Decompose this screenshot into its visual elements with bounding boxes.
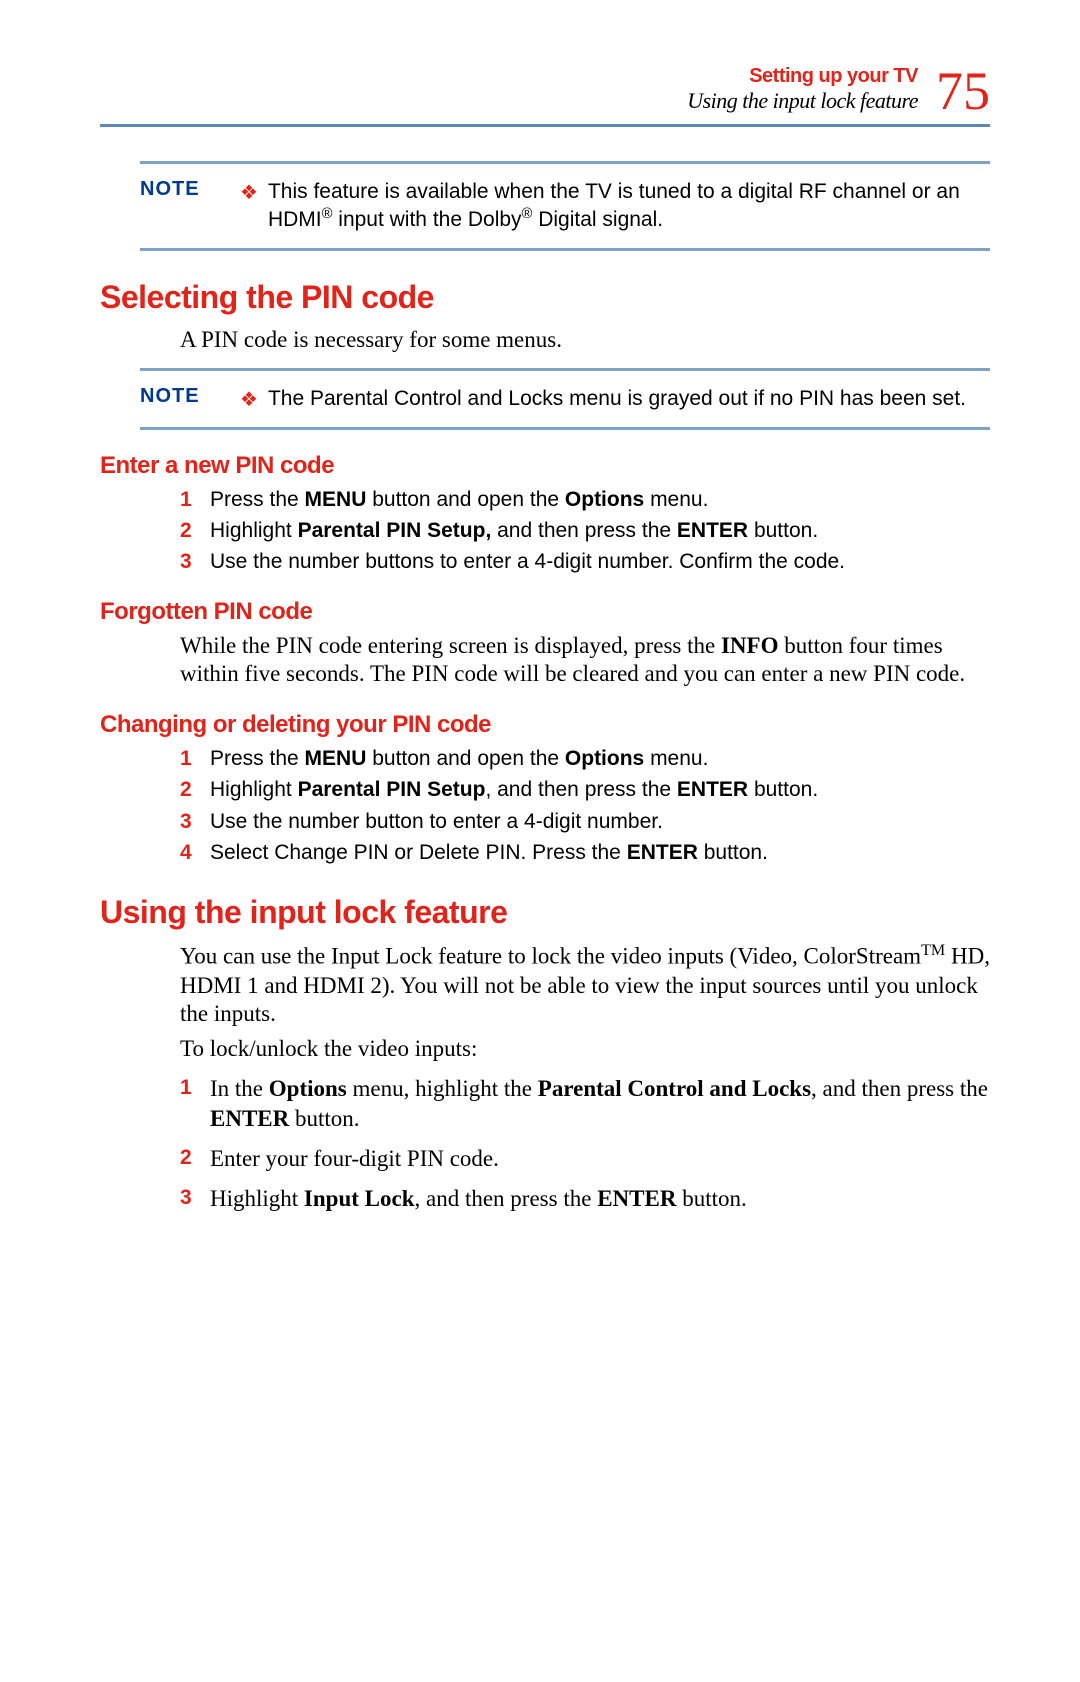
step-text: Use the number button to enter a 4-digit…	[210, 808, 990, 835]
note-block-1: NOTE ❖ This feature is available when th…	[140, 178, 990, 234]
step-text: Use the number buttons to enter a 4-digi…	[210, 548, 990, 575]
heading-input-lock: Using the input lock feature	[100, 894, 990, 931]
list-item: 2 Enter your four-digit PIN code.	[180, 1144, 990, 1174]
forgotten-text: While the PIN code entering screen is di…	[180, 632, 990, 690]
step-text: In the Options menu, highlight the Paren…	[210, 1074, 990, 1134]
step-number: 2	[180, 517, 210, 544]
change-delete-steps: 1 Press the MENU button and open the Opt…	[180, 745, 990, 866]
input-lock-p1: You can use the Input Lock feature to lo…	[180, 941, 990, 1029]
note1-mid: input with the Dolby	[332, 208, 521, 231]
step-number: 1	[180, 486, 210, 513]
page-header: Setting up your TV Using the input lock …	[100, 60, 990, 114]
manual-page: Setting up your TV Using the input lock …	[0, 0, 1080, 1283]
step-text: Highlight Input Lock, and then press the…	[210, 1184, 990, 1214]
note2-rule-bottom	[140, 427, 990, 430]
header-text: Setting up your TV Using the input lock …	[687, 64, 918, 114]
note2-rule-top	[140, 368, 990, 371]
step-number: 1	[180, 745, 210, 772]
list-item: 2 Highlight Parental PIN Setup, and then…	[180, 517, 990, 544]
header-section: Using the input lock feature	[687, 88, 918, 114]
input-lock-p2: To lock/unlock the video inputs:	[180, 1035, 990, 1064]
list-item: 4 Select Change PIN or Delete PIN. Press…	[180, 839, 990, 866]
pin-intro: A PIN code is necessary for some menus.	[180, 326, 990, 355]
list-item: 3 Highlight Input Lock, and then press t…	[180, 1184, 990, 1214]
registered-icon: ®	[522, 206, 533, 222]
step-number: 2	[180, 776, 210, 803]
diamond-bullet-icon: ❖	[240, 180, 258, 205]
step-number: 1	[180, 1074, 210, 1101]
step-text: Highlight Parental PIN Setup, and then p…	[210, 517, 990, 544]
list-item: 3 Use the number buttons to enter a 4-di…	[180, 548, 990, 575]
list-item: 1 Press the MENU button and open the Opt…	[180, 486, 990, 513]
note-rule-top	[140, 161, 990, 164]
heading-change-delete-pin: Changing or deleting your PIN code	[100, 711, 990, 739]
step-number: 3	[180, 548, 210, 575]
heading-enter-new-pin: Enter a new PIN code	[100, 452, 990, 480]
chapter-title: Setting up your TV	[687, 64, 918, 88]
registered-icon: ®	[322, 206, 333, 222]
note-label: NOTE	[140, 178, 240, 201]
diamond-bullet-icon: ❖	[240, 387, 258, 412]
enter-new-pin-steps: 1 Press the MENU button and open the Opt…	[180, 486, 990, 576]
note1-post: Digital signal.	[532, 208, 663, 231]
page-number: 75	[936, 64, 990, 118]
heading-selecting-pin: Selecting the PIN code	[100, 279, 990, 316]
note-rule-bottom	[140, 248, 990, 251]
step-text: Press the MENU button and open the Optio…	[210, 745, 990, 772]
list-item: 1 Press the MENU button and open the Opt…	[180, 745, 990, 772]
trademark-icon: TM	[921, 942, 945, 959]
heading-forgotten-pin: Forgotten PIN code	[100, 598, 990, 626]
step-text: Enter your four-digit PIN code.	[210, 1144, 990, 1174]
step-text: Highlight Parental PIN Setup, and then p…	[210, 776, 990, 803]
note-text: This feature is available when the TV is…	[268, 178, 990, 234]
note-block-2: NOTE ❖ The Parental Control and Locks me…	[140, 385, 990, 412]
list-item: 1 In the Options menu, highlight the Par…	[180, 1074, 990, 1134]
note-label: NOTE	[140, 385, 240, 408]
input-lock-steps: 1 In the Options menu, highlight the Par…	[180, 1074, 990, 1214]
step-number: 2	[180, 1144, 210, 1171]
step-number: 4	[180, 839, 210, 866]
step-number: 3	[180, 808, 210, 835]
step-number: 3	[180, 1184, 210, 1211]
step-text: Press the MENU button and open the Optio…	[210, 486, 990, 513]
list-item: 3 Use the number button to enter a 4-dig…	[180, 808, 990, 835]
step-text: Select Change PIN or Delete PIN. Press t…	[210, 839, 990, 866]
note-text: The Parental Control and Locks menu is g…	[268, 385, 966, 412]
list-item: 2 Highlight Parental PIN Setup, and then…	[180, 776, 990, 803]
